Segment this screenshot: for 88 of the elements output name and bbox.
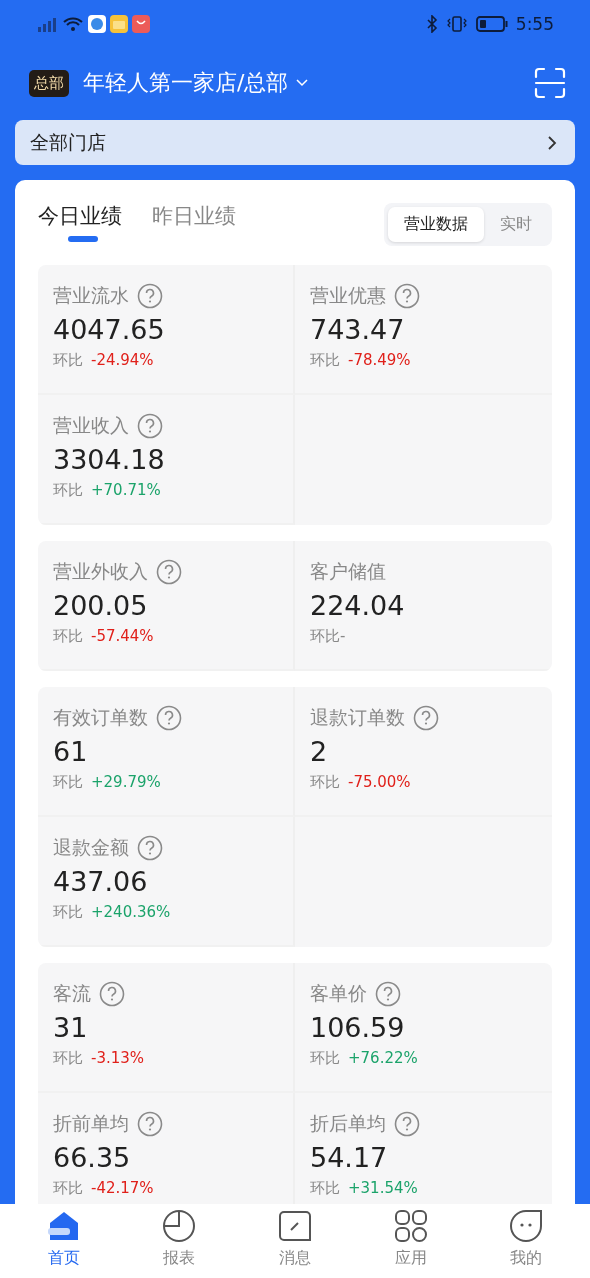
metric-label: 营业流水 [53,283,129,308]
metric-label: 营业外收入 [53,559,148,584]
compare-label: 环比 [310,351,340,370]
metric-label: 有效订单数 [53,705,148,730]
change-value: -57.44% [91,627,154,646]
help-icon[interactable] [394,1111,420,1137]
metric-label: 客户储值 [310,559,386,584]
compare-label: 环比 [53,481,83,500]
scan-icon[interactable] [534,67,566,99]
signal-icon [36,16,58,32]
tab-indicator [68,236,98,242]
metric-value: 54.17 [310,1142,389,1175]
compare-label: 环比 [53,627,83,646]
change-value: -3.13% [91,1049,145,1068]
segment-option[interactable]: 营业数据 [388,207,484,242]
chevron-down-icon [296,79,309,87]
compare-label: 环比 [53,773,83,792]
tab[interactable]: 昨日业绩 [152,202,236,240]
metric-value: 224.04 [310,590,406,623]
help-icon[interactable] [137,283,163,309]
metric-label: 退款订单数 [310,705,405,730]
apps-icon [393,1209,428,1243]
metric-label: 营业收入 [53,413,129,438]
compare-label: 环比 [310,1179,340,1198]
pie-chart-icon [162,1209,197,1243]
metric-label: 折前单均 [53,1111,129,1136]
metric-value: 743.47 [310,314,406,347]
compare-label: 环比- [310,627,346,646]
help-icon[interactable] [375,981,401,1007]
change-value: +70.71% [91,481,161,500]
bluetooth-icon [425,15,438,33]
change-value: +76.22% [348,1049,418,1068]
compare-label: 环比 [310,773,340,792]
hq-badge: 总部 [29,69,69,97]
battery-icon [475,15,508,33]
segment-option[interactable]: 实时 [484,207,548,242]
change-value: -24.94% [91,351,154,370]
tab[interactable]: 今日业绩 [38,202,122,240]
app-icon [88,15,106,33]
vibrate-icon [445,15,468,33]
metric-label: 退款金额 [53,835,129,860]
message-icon [278,1210,312,1242]
help-icon[interactable] [99,981,125,1007]
compare-label: 环比 [53,1179,83,1198]
metric-value: 2 [310,736,329,769]
help-icon[interactable] [394,283,420,309]
help-icon[interactable] [156,705,182,731]
metric-value: 106.59 [310,1012,406,1045]
help-icon[interactable] [137,835,163,861]
compare-label: 环比 [53,351,83,370]
metric-value: 66.35 [53,1142,132,1175]
metric-value: 31 [53,1012,89,1045]
metric-value: 4047.65 [53,314,166,347]
nav-tab[interactable]: 首页 [23,1204,104,1278]
help-icon[interactable] [413,705,439,731]
help-icon[interactable] [137,1111,163,1137]
metric-label: 客单价 [310,981,367,1006]
metric-value: 61 [53,736,89,769]
compare-label: 环比 [53,1049,83,1068]
nav-tab[interactable]: 我的 [486,1204,567,1278]
shopping-bag-icon [132,15,150,33]
store-filter[interactable]: 全部门店 [15,120,575,165]
wifi-icon [62,16,84,32]
store-selector[interactable]: 年轻人第一家店/总部 [83,68,534,98]
nav-tab[interactable]: 应用 [370,1204,451,1278]
metric-value: 200.05 [53,590,149,623]
change-value: +240.36% [91,903,171,922]
wallet-icon [110,15,128,33]
home-icon [47,1210,80,1242]
nav-tab[interactable]: 报表 [139,1204,220,1278]
chevron-right-icon [547,134,557,151]
compare-label: 环比 [310,1049,340,1068]
compare-label: 环比 [53,903,83,922]
metric-label: 营业优惠 [310,283,386,308]
nav-tab[interactable]: 消息 [255,1204,335,1278]
help-icon[interactable] [156,559,182,585]
change-value: +29.79% [91,773,161,792]
help-icon[interactable] [137,413,163,439]
status-time: 5:55 [515,14,554,34]
change-value: +31.54% [348,1179,418,1198]
metric-label: 客流 [53,981,91,1006]
change-value: -42.17% [91,1179,154,1198]
face-icon [509,1209,544,1243]
change-value: -78.49% [348,351,411,370]
metric-value: 3304.18 [53,444,166,477]
metric-label: 折后单均 [310,1111,386,1136]
metric-value: 437.06 [53,866,149,899]
change-value: -75.00% [348,773,411,792]
